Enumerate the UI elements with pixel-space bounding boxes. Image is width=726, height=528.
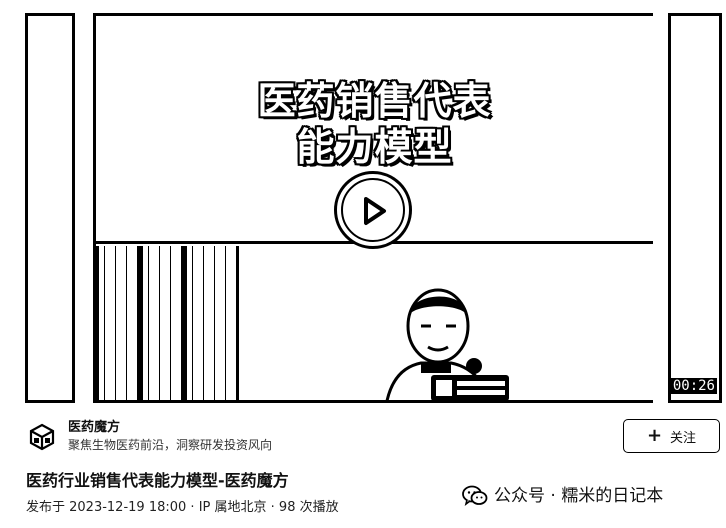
video-duration: 00:26 <box>671 378 717 394</box>
video-title-line-2: 能力模型 <box>296 125 453 169</box>
account-name[interactable]: 医药魔方 <box>68 420 272 436</box>
published-prefix: 发布于 <box>26 500 70 515</box>
video-title-line-1: 医药销售代表 <box>257 79 492 123</box>
follow-label: 关注 <box>670 430 697 446</box>
plus-icon: + <box>646 425 663 446</box>
article-meta: 发布于 2023-12-19 18:00 · IP 属地北京 · 98 次播放 <box>26 499 339 517</box>
account-info[interactable]: 医药魔方 聚焦生物医药前沿，洞察研发投资风向 <box>28 417 272 457</box>
background-curtains <box>96 246 241 400</box>
play-count: 98 次播放 <box>278 500 339 515</box>
video-cover-title: 医药销售代表 能力模型 <box>96 78 653 170</box>
ip-location: IP 属地北京 <box>198 500 267 515</box>
article-title: 医药行业销售代表能力模型-医药魔方 <box>26 471 289 490</box>
watermark: 公众号 · 糯米的日记本 <box>462 485 663 507</box>
video-player[interactable]: 医药销售代表 能力模型 <box>93 13 653 403</box>
account-description: 聚焦生物医药前沿，洞察研发投资风向 <box>68 438 273 452</box>
cube-icon <box>29 423 55 451</box>
watermark-text: 公众号 · 糯米的日记本 <box>494 486 664 506</box>
play-button[interactable] <box>334 171 412 249</box>
play-icon <box>364 197 386 225</box>
prev-video-frame[interactable] <box>25 13 75 403</box>
channel-logo-badge <box>431 375 509 400</box>
next-video-frame[interactable]: 00:26 <box>668 13 722 403</box>
meta-separator: · <box>186 500 199 515</box>
follow-button[interactable]: + 关注 <box>623 419 720 453</box>
meta-separator: · <box>266 500 279 515</box>
published-date: 2023-12-19 18:00 <box>69 500 187 515</box>
wechat-icon <box>462 485 488 506</box>
